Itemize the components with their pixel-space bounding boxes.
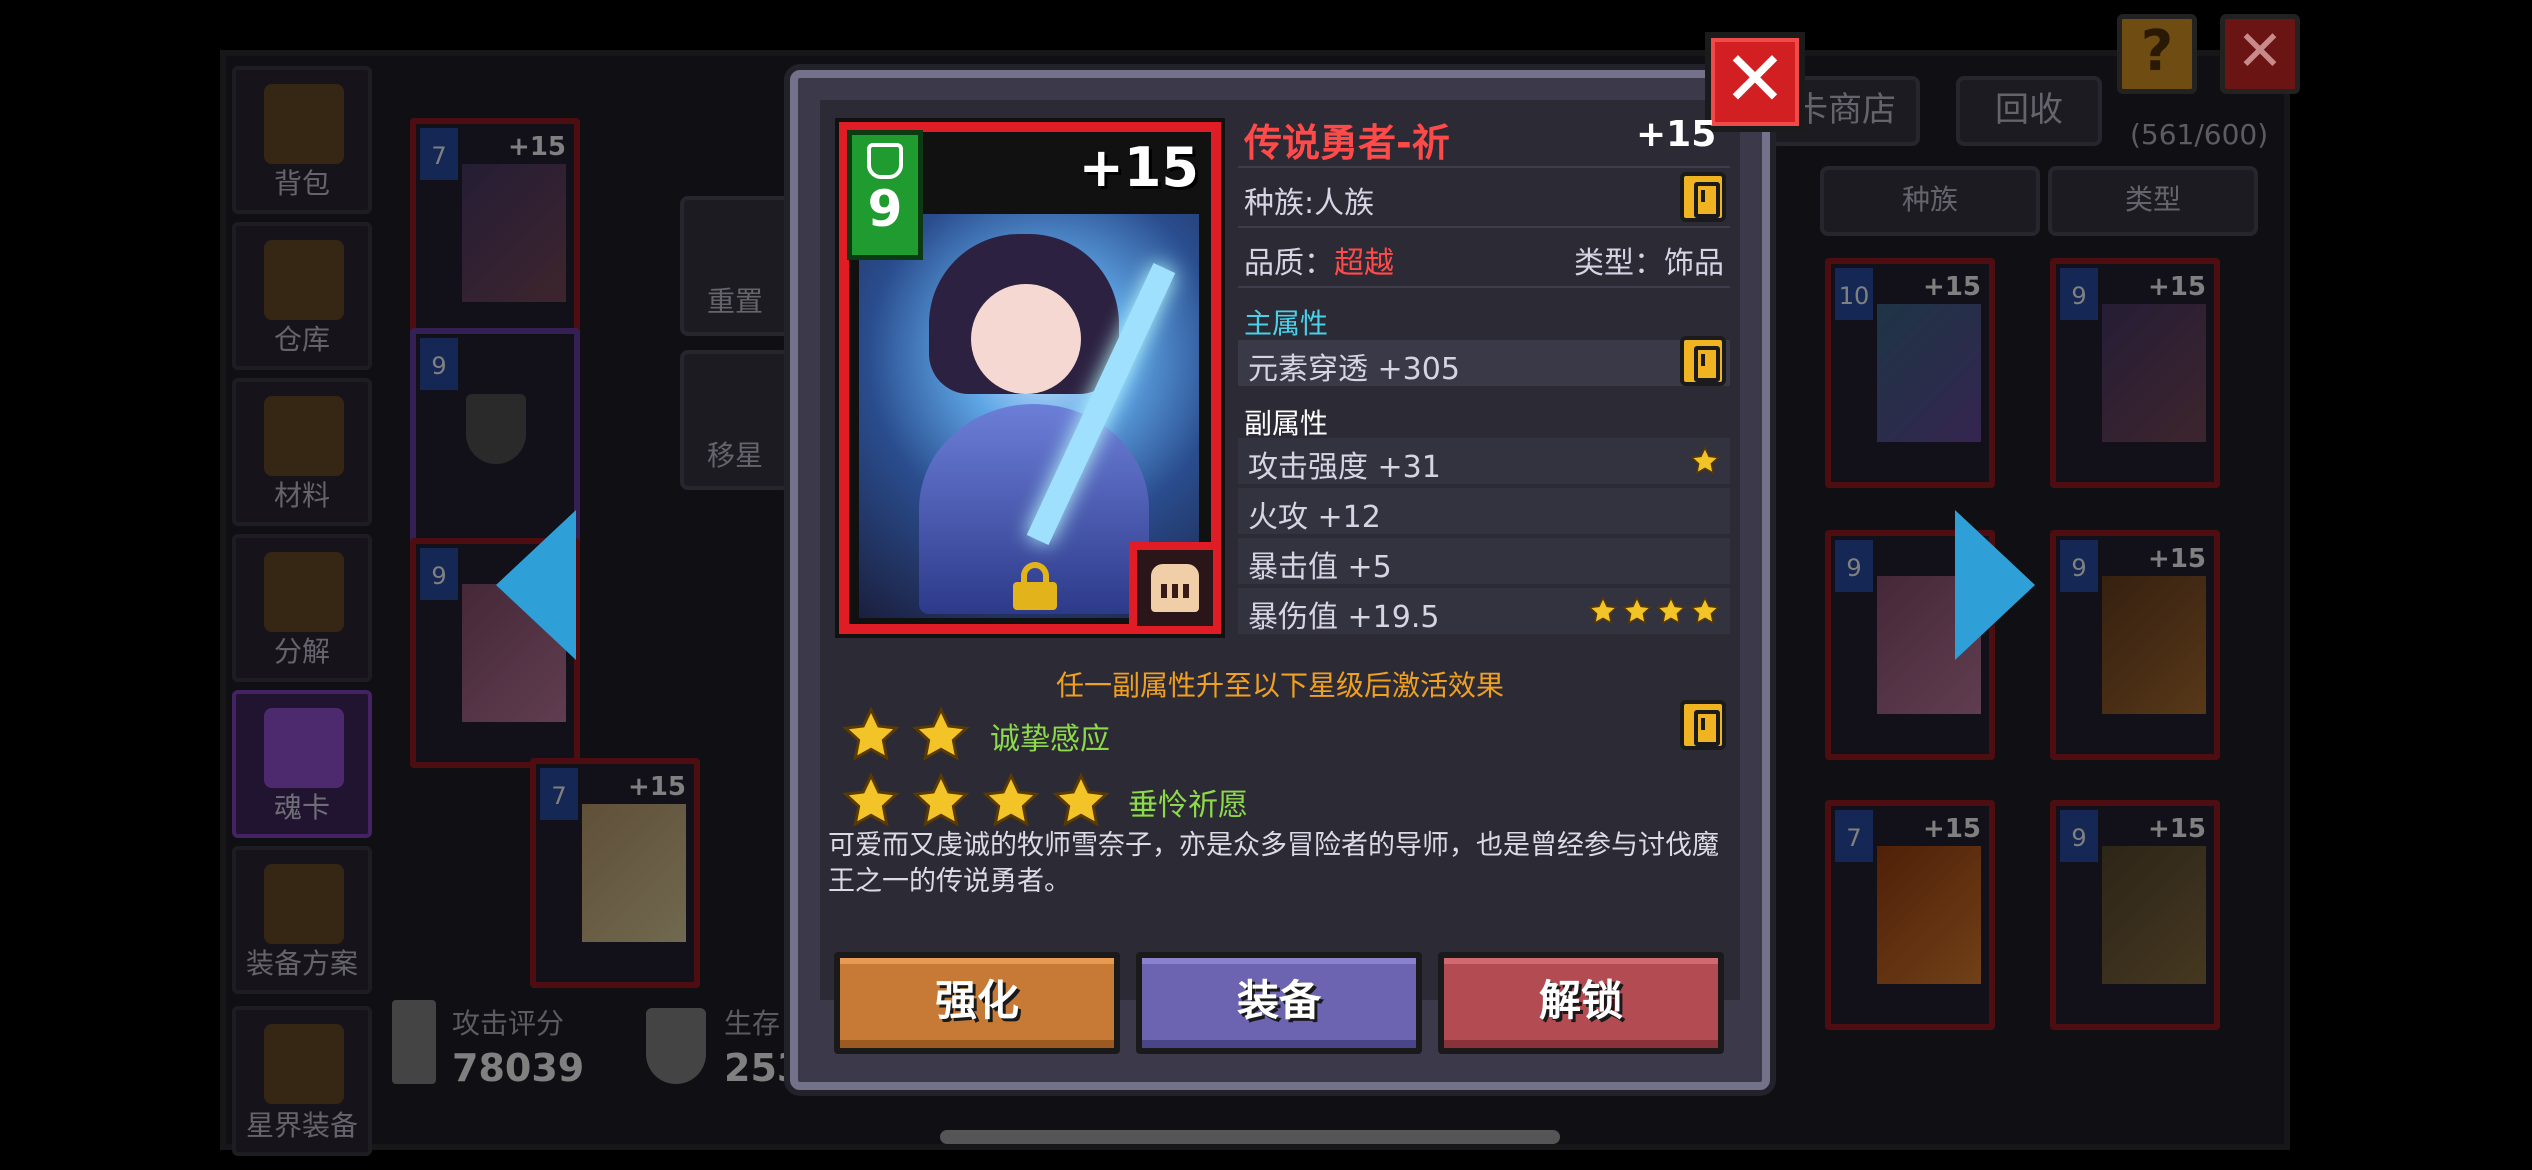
star-icon — [842, 706, 900, 761]
side-tab-decompose[interactable]: 分解 — [232, 534, 372, 682]
star-icon — [1588, 596, 1618, 625]
astral-equip-icon — [264, 1024, 344, 1104]
potion-icon — [867, 143, 903, 179]
enhance-button[interactable]: 强化 — [834, 952, 1120, 1054]
close-dialog-button[interactable]: ✕ — [1705, 32, 1805, 132]
main-attribute-value: 元素穿透 +305 — [1248, 352, 1460, 387]
materials-icon — [264, 396, 344, 476]
card-art — [2102, 304, 2206, 442]
activation-note: 任一副属性升至以下星级后激活效果 — [1055, 669, 1504, 702]
attack-score-value: 78039 — [452, 1046, 585, 1090]
side-tab-backpack[interactable]: 背包 — [232, 66, 372, 214]
attack-score-label: 攻击评分 — [452, 1007, 565, 1040]
side-tab-astral-equip[interactable]: 星界装备 — [232, 1006, 372, 1156]
star-icon — [1690, 596, 1720, 625]
unlock-button[interactable]: 解锁 — [1438, 952, 1724, 1054]
type-filter[interactable]: 类型 — [2048, 166, 2258, 236]
survival-score-label: 生存 — [724, 1007, 781, 1040]
item-name: 传说勇者-祈 — [1244, 121, 1450, 165]
sword-icon — [392, 1000, 436, 1084]
warehouse-icon — [264, 240, 344, 320]
bg-card[interactable]: 7 +15 — [530, 758, 700, 988]
item-race: 种族:人族 — [1244, 186, 1375, 221]
effect-lock-icon[interactable] — [1680, 700, 1726, 750]
side-tab-warehouse[interactable]: 仓库 — [232, 222, 372, 370]
lock-icon — [1011, 562, 1059, 610]
sub-attribute-text: 火攻 +12 — [1248, 500, 1381, 535]
sub-attribute-text: 攻击强度 +31 — [1248, 450, 1441, 485]
star-icon — [912, 706, 970, 761]
card-type-slot — [1129, 542, 1221, 634]
item-enhance-level: +15 — [1636, 114, 1717, 155]
card-art — [2102, 576, 2206, 714]
soul-card: 9 +15 — [835, 118, 1225, 638]
item-quality: 品质：超越 — [1244, 246, 1394, 281]
race-lock-icon[interactable] — [1680, 172, 1726, 222]
recycle-tab[interactable]: 回收 — [1956, 76, 2102, 146]
equip-button[interactable]: 装备 — [1136, 952, 1422, 1054]
inventory-capacity: (561/600) — [2130, 118, 2269, 151]
divider — [1238, 226, 1730, 228]
star-icon — [842, 772, 900, 827]
effect-name: 诚挚感应 — [990, 722, 1110, 757]
background-close-button[interactable]: ✕ — [2220, 14, 2300, 94]
star-icon — [1052, 772, 1110, 827]
divider — [1238, 286, 1730, 288]
bg-card[interactable]: 7 +15 — [410, 118, 580, 348]
card-level-badge: 9 — [847, 130, 923, 260]
card-art — [1877, 846, 1981, 984]
help-button[interactable]: ? — [2117, 14, 2197, 94]
card-enhance-level: +15 — [1078, 136, 1199, 199]
sub-attribute-stars — [1588, 596, 1720, 626]
move-star-button[interactable]: 移星 — [680, 350, 790, 490]
card-art — [2102, 846, 2206, 984]
sub-attribute-text: 暴击值 +5 — [1248, 550, 1392, 585]
chest-icon — [264, 84, 344, 164]
side-tab-soul-card[interactable]: 魂卡 — [232, 690, 372, 838]
card-art — [1877, 304, 1981, 442]
soul-card-icon — [264, 708, 344, 788]
effect-star-requirement — [842, 706, 970, 764]
effect-name: 垂怜祈愿 — [1128, 788, 1248, 823]
skull-icon — [1151, 564, 1199, 612]
main-attribute-title: 主属性 — [1244, 307, 1329, 340]
sub-attribute-text: 暴伤值 +19.5 — [1248, 600, 1440, 635]
prev-page-arrow-icon[interactable] — [496, 510, 576, 660]
star-icon — [912, 772, 970, 827]
effect-star-requirement — [842, 772, 1110, 830]
next-page-arrow-icon[interactable] — [1955, 510, 2035, 660]
shield-icon — [466, 394, 526, 464]
race-filter[interactable]: 种族 — [1820, 166, 2040, 236]
star-icon — [1690, 446, 1720, 475]
main-attr-lock-icon[interactable] — [1680, 336, 1726, 386]
star-icon — [1656, 596, 1686, 625]
scrollbar[interactable] — [940, 1130, 1560, 1144]
equip-plan-icon — [264, 864, 344, 944]
card-description: 可爱而又虔诚的牧师雪奈子，亦是众多冒险者的导师，也是曾经参与讨伐魔王之一的传说勇… — [828, 830, 1719, 897]
card-art — [462, 164, 566, 302]
decompose-icon — [264, 552, 344, 632]
quality-value: 超越 — [1334, 246, 1394, 281]
bg-card[interactable]: 9 +15 — [2050, 530, 2220, 760]
sub-attribute-stars — [1690, 446, 1720, 476]
sub-attribute-title: 副属性 — [1244, 407, 1329, 440]
item-type: 类型：饰品 — [1574, 246, 1724, 281]
bg-card[interactable]: 9 +15 — [2050, 800, 2220, 1030]
reset-button[interactable]: 重置 — [680, 196, 790, 336]
divider — [1238, 166, 1730, 168]
star-icon — [982, 772, 1040, 827]
bg-card[interactable]: 10 +15 — [1825, 258, 1995, 488]
star-icon — [1622, 596, 1652, 625]
side-tab-equip-plan[interactable]: 装备方案 — [232, 846, 372, 994]
side-tab-materials[interactable]: 材料 — [232, 378, 372, 526]
bg-card[interactable]: 9 +15 — [2050, 258, 2220, 488]
shield-icon — [646, 1008, 706, 1084]
bg-card[interactable]: 7 +15 — [1825, 800, 1995, 1030]
card-art — [582, 804, 686, 942]
